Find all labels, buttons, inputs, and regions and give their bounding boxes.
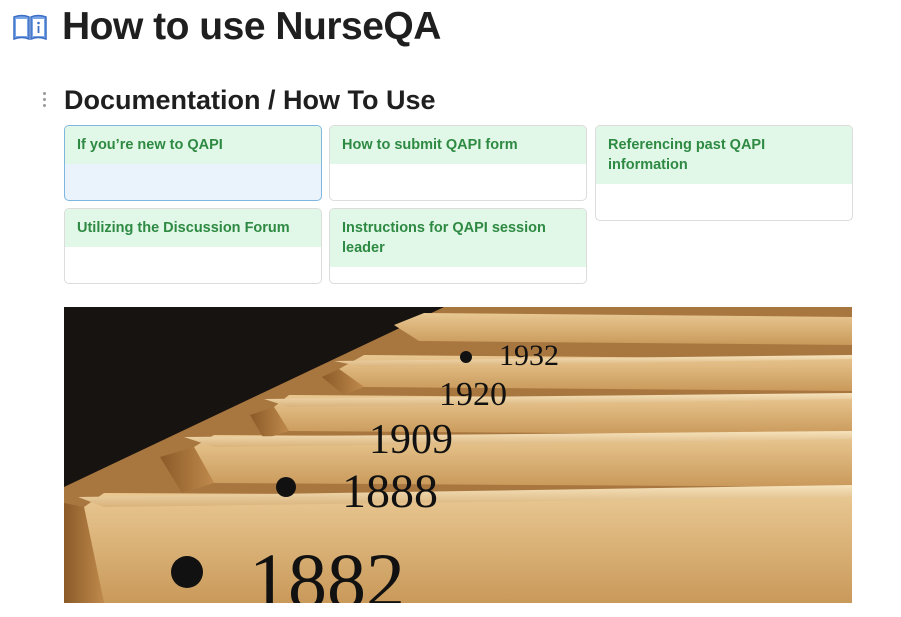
card-referencing-past-qapi[interactable]: Referencing past QAPI information <box>595 125 853 221</box>
card-title: Utilizing the Discussion Forum <box>65 209 321 247</box>
drawer-label-1932: 1932 <box>499 339 559 372</box>
section-heading: Documentation / How To Use <box>64 85 436 115</box>
card-session-leader[interactable]: Instructions for QAPI session leader <box>329 208 587 284</box>
cover-image-file-drawers: 1932 1920 1909 1888 1882 <box>64 307 852 603</box>
open-book-info-icon <box>13 14 47 41</box>
card-title: If you’re new to QAPI <box>65 126 321 164</box>
page-title: How to use NurseQA <box>62 5 441 48</box>
page-header: How to use NurseQA <box>12 4 441 50</box>
drawer-label-1888: 1888 <box>342 465 438 518</box>
drawer-label-1909: 1909 <box>369 417 453 463</box>
drawer-label-1882: 1882 <box>249 537 405 603</box>
card-title: Referencing past QAPI information <box>596 126 852 184</box>
card-title: Instructions for QAPI session leader <box>330 209 586 267</box>
card-discussion-forum[interactable]: Utilizing the Discussion Forum <box>64 208 322 284</box>
drawer-label-1920: 1920 <box>439 376 507 413</box>
card-new-to-qapi[interactable]: If you’re new to QAPI <box>64 125 322 201</box>
card-submit-qapi-form[interactable]: How to submit QAPI form <box>329 125 587 201</box>
card-title: How to submit QAPI form <box>330 126 586 164</box>
drag-handle-icon[interactable] <box>39 92 49 110</box>
